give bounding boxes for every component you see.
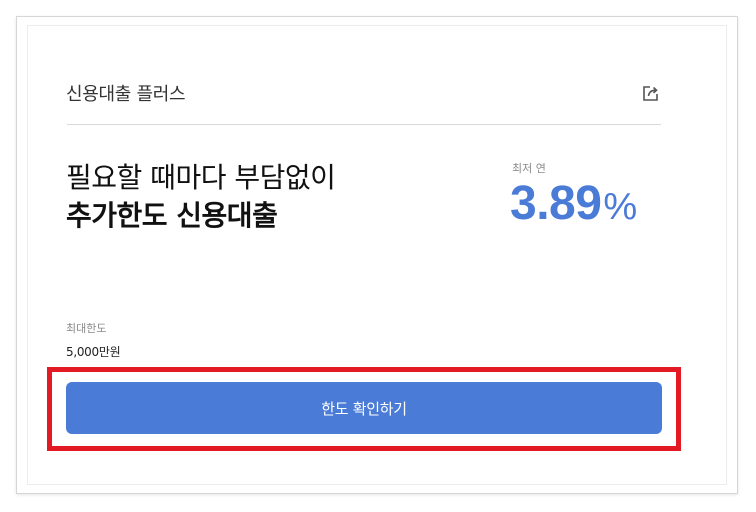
headline-line-2: 추가한도 신용대출	[66, 199, 278, 232]
check-limit-button-label: 한도 확인하기	[321, 399, 407, 418]
limit-label: 최대한도	[66, 322, 107, 335]
rate-label: 최저 연	[512, 162, 546, 175]
limit-value: 5,000만원	[66, 345, 121, 359]
share-icon[interactable]	[641, 83, 661, 103]
headline-line-1: 필요할 때마다 부담없이	[66, 161, 336, 194]
rate-unit: %	[603, 186, 638, 228]
check-limit-button[interactable]: 한도 확인하기	[66, 382, 662, 434]
rate-number: 3.89	[510, 177, 602, 230]
header-divider	[67, 124, 661, 125]
rate-display: 3.89%	[510, 176, 637, 231]
product-title: 신용대출 플러스	[66, 84, 186, 105]
